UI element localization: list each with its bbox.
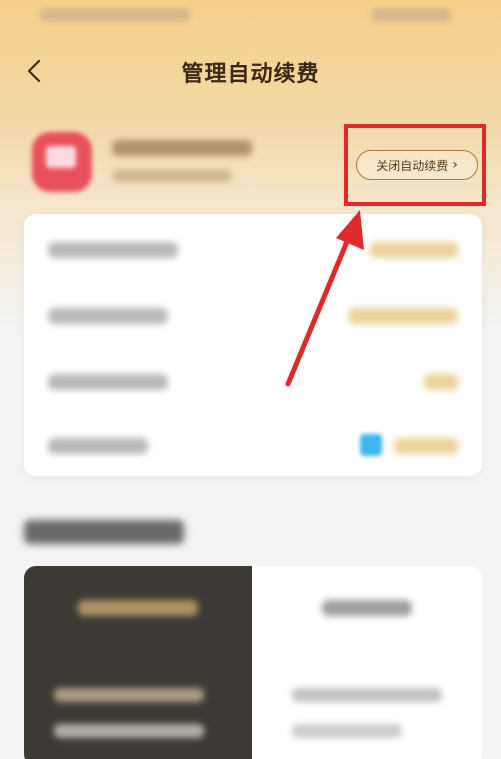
detail-row: [24, 414, 482, 474]
status-bar-indicators-blurred: [371, 8, 451, 22]
standard-plan-title-blurred: [322, 600, 412, 616]
premium-plan-title-blurred: [78, 600, 198, 616]
status-bar: [0, 0, 501, 34]
premium-benefit-blurred: [54, 688, 204, 702]
standard-benefit-blurred: [292, 688, 442, 702]
nav-bar: 管理自动续费: [0, 44, 501, 98]
detail-label-blurred: [48, 242, 178, 258]
subscription-details-card: [24, 214, 482, 476]
standard-benefit-blurred: [292, 724, 402, 738]
standard-plan-panel: [252, 566, 482, 759]
user-subtitle-blurred: [112, 170, 232, 182]
detail-row: [24, 218, 482, 278]
detail-row: [24, 350, 482, 410]
detail-label-blurred: [48, 438, 148, 454]
detail-label-blurred: [48, 374, 168, 390]
detail-row: [24, 284, 482, 344]
avatar: [32, 132, 92, 192]
premium-benefit-blurred: [54, 724, 204, 738]
section-title-blurred: [24, 520, 184, 544]
payment-app-icon: [360, 434, 382, 456]
detail-label-blurred: [48, 308, 168, 324]
annotation-highlight-box: [344, 124, 486, 206]
detail-value-blurred: [424, 374, 458, 390]
detail-value-blurred: [348, 308, 458, 324]
detail-value-blurred: [370, 242, 458, 258]
user-name-blurred: [112, 140, 252, 156]
detail-value-blurred: [394, 438, 458, 454]
premium-plan-panel: [24, 566, 252, 759]
benefits-compare-panel: [24, 566, 482, 759]
page-title: 管理自动续费: [181, 62, 320, 87]
status-bar-carrier-blurred: [40, 8, 190, 22]
